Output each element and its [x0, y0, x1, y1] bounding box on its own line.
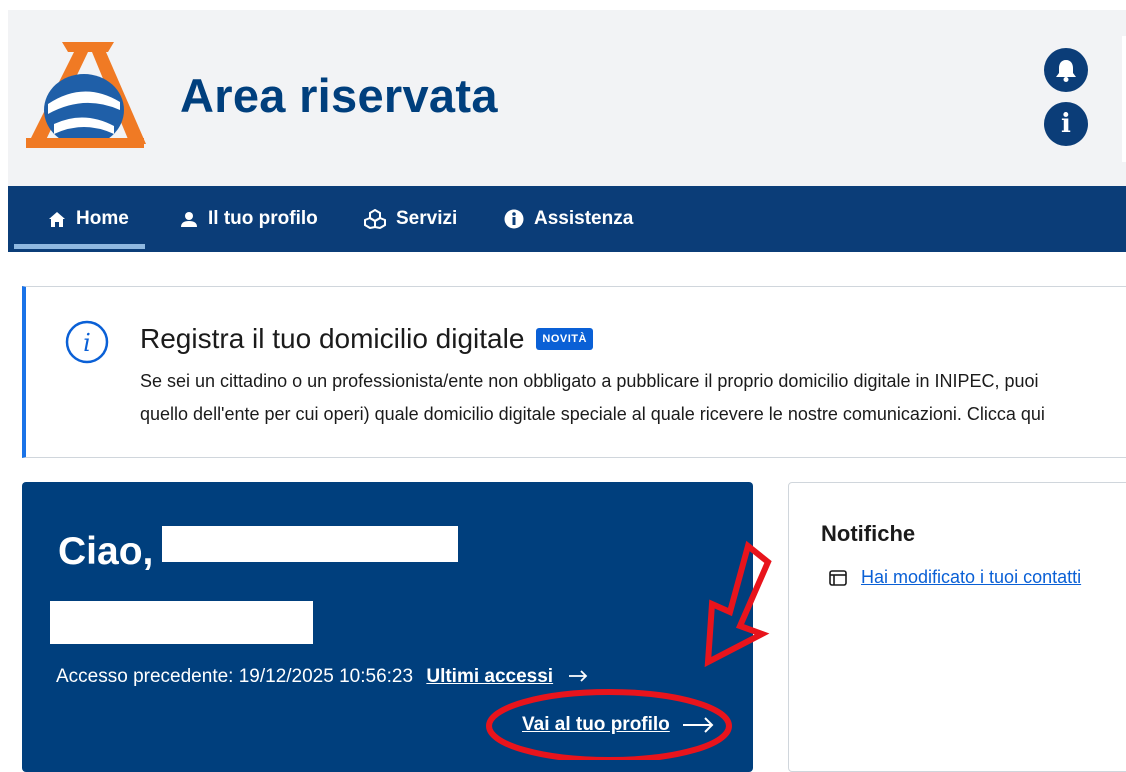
- nav-item-assistenza[interactable]: Assistenza: [504, 186, 633, 252]
- new-badge: NOVITÀ: [536, 328, 593, 350]
- notification-item[interactable]: Hai modificato i tuoi contatti: [829, 567, 1081, 588]
- arrow-right-icon: [569, 670, 588, 682]
- user-icon: [181, 211, 197, 227]
- nav-item-label: Il tuo profilo: [208, 208, 318, 229]
- header-divider: [1122, 36, 1126, 162]
- home-icon: [49, 211, 65, 227]
- bell-icon: [1056, 60, 1076, 82]
- notifications-button[interactable]: [1044, 48, 1088, 92]
- header: Area riservata i: [8, 10, 1126, 186]
- redacted-info: [50, 601, 313, 644]
- greeting: Ciao,: [58, 530, 154, 573]
- last-access: Accesso precedente: 19/12/2025 10:56:23 …: [56, 666, 588, 688]
- nav-item-label: Home: [76, 208, 129, 229]
- ultimi-accessi-link[interactable]: Ultimi accessi: [426, 666, 553, 687]
- main-nav: Home Il tuo profilo Servizi Assistenza: [8, 186, 1126, 252]
- welcome-card: Ciao, Accesso precedente: 19/12/2025 10:…: [22, 482, 753, 772]
- nav-item-label: Assistenza: [534, 208, 634, 229]
- arrow-right-icon: [682, 717, 714, 733]
- info-banner: i Registra il tuo domicilio digitale NOV…: [22, 286, 1126, 458]
- redacted-name: [162, 526, 458, 562]
- info-circle-icon: i: [65, 320, 109, 364]
- nav-item-profilo[interactable]: Il tuo profilo: [180, 186, 318, 252]
- nav-active-indicator: [14, 244, 145, 249]
- page-title: Area riservata: [180, 69, 498, 122]
- services-icon: [364, 209, 386, 229]
- notifications-title: Notifiche: [821, 521, 916, 546]
- svg-text:i: i: [83, 329, 91, 357]
- banner-title: Registra il tuo domicilio digitale NOVIT…: [140, 323, 593, 355]
- nav-item-home[interactable]: Home: [48, 186, 129, 252]
- agenzia-entrate-logo[interactable]: [22, 40, 148, 152]
- window-icon: [829, 569, 847, 586]
- last-access-label: Accesso precedente: 19/12/2025 10:56:23: [56, 666, 414, 687]
- profile-link-wrap: Vai al tuo profilo: [522, 714, 714, 736]
- notification-link[interactable]: Hai modificato i tuoi contatti: [861, 567, 1081, 588]
- notifications-card: Notifiche Hai modificato i tuoi contatti: [788, 482, 1126, 772]
- banner-line: Se sei un cittadino o un professionista/…: [140, 371, 1039, 391]
- info-button[interactable]: i: [1044, 102, 1088, 146]
- info-icon: i: [1061, 109, 1071, 139]
- nav-item-servizi[interactable]: Servizi: [364, 186, 457, 252]
- banner-text: Se sei un cittadino o un professionista/…: [140, 365, 1126, 431]
- vai-al-profilo-link[interactable]: Vai al tuo profilo: [522, 714, 670, 736]
- banner-line[interactable]: quello dell'ente per cui operi) quale do…: [140, 398, 1126, 431]
- nav-item-label: Servizi: [396, 208, 458, 229]
- info-icon: [504, 209, 524, 229]
